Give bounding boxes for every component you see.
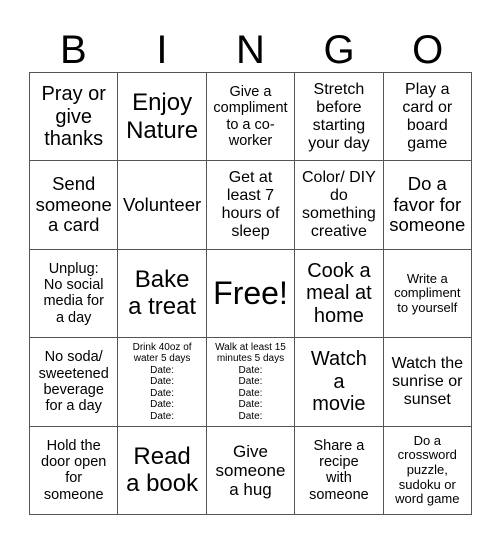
bingo-cell-text: Do a crossword puzzle, sudoku or word ga…	[395, 432, 460, 507]
bingo-cell[interactable]: Give a compliment to a co- worker	[206, 73, 296, 162]
bingo-cell-text: Watch the sunrise or sunset	[391, 355, 464, 408]
bingo-cell-text: Unplug: No social media for a day	[43, 261, 104, 326]
bingo-cell-text: Walk at least 15 minutes 5 days Date: Da…	[215, 341, 286, 422]
bingo-cell[interactable]: Play a card or board game	[383, 73, 472, 162]
bingo-cell[interactable]: Unplug: No social media for a day	[30, 249, 119, 339]
bingo-cell[interactable]: Do a crossword puzzle, sudoku or word ga…	[383, 426, 472, 515]
bingo-cell-text: Do a favor for someone	[389, 173, 466, 236]
bingo-cell[interactable]: Cook a meal at home	[295, 249, 384, 339]
bingo-cell[interactable]: Get at least 7 hours of sleep	[206, 161, 296, 250]
bingo-cell-text: Enjoy Nature	[126, 89, 199, 144]
bingo-cell[interactable]: Send someone a card	[30, 161, 119, 250]
bingo-cell-text: Give a compliment to a co- worker	[213, 84, 288, 149]
bingo-cell-text: Stretch before starting your day	[308, 80, 370, 152]
bingo-cell-text: Volunteer	[123, 193, 202, 215]
bingo-cell[interactable]: Read a book	[118, 426, 207, 515]
bingo-cell[interactable]: Do a favor for someone	[383, 161, 472, 250]
bingo-cell-text: Pray or give thanks	[41, 83, 106, 150]
bingo-cell-text: Drink 40oz of water 5 days Date: Date: D…	[132, 341, 192, 422]
bingo-cell[interactable]: Volunteer	[118, 161, 207, 250]
bingo-cell[interactable]: Pray or give thanks	[30, 73, 119, 162]
header-letter-n: N	[236, 28, 265, 72]
bingo-cell[interactable]: Drink 40oz of water 5 days Date: Date: D…	[118, 338, 207, 427]
bingo-cell-text: Give someone a hug	[215, 441, 286, 499]
bingo-cell-text: Free!	[213, 274, 288, 311]
bingo-cell-text: Hold the door open for someone	[41, 437, 107, 503]
bingo-cell[interactable]: Share a recipe with someone	[295, 426, 384, 515]
bingo-cell[interactable]: Give someone a hug	[206, 426, 296, 515]
bingo-cell-text: No soda/ sweetened beverage for a day	[38, 349, 109, 415]
bingo-cell[interactable]: Watch the sunrise or sunset	[383, 338, 472, 427]
header-letter-i: I	[156, 28, 168, 72]
bingo-cell[interactable]: Free!	[206, 249, 296, 339]
bingo-cell[interactable]: Color/ DIY do something creative	[295, 161, 384, 250]
bingo-cell-text: Send someone a card	[35, 173, 112, 236]
bingo-cell[interactable]: Bake a treat	[118, 249, 207, 339]
header-letter-b: B	[59, 28, 87, 72]
bingo-cell-text: Write a compliment to yourself	[394, 270, 461, 315]
bingo-cell-text: Get at least 7 hours of sleep	[221, 169, 280, 240]
bingo-header: B I N G O	[29, 28, 472, 72]
bingo-cell[interactable]: Walk at least 15 minutes 5 days Date: Da…	[206, 338, 296, 427]
bingo-cell[interactable]: Watch a movie	[295, 338, 384, 427]
bingo-cell[interactable]: No soda/ sweetened beverage for a day	[30, 338, 119, 427]
bingo-grid: Pray or give thanks Enjoy Nature Give a co…	[29, 72, 472, 515]
bingo-cell[interactable]: Hold the door open for someone	[30, 426, 119, 515]
bingo-cell[interactable]: Enjoy Nature	[118, 73, 207, 162]
bingo-cell-text: Read a book	[126, 442, 199, 498]
bingo-cell-text: Color/ DIY do something creative	[301, 169, 376, 240]
bingo-cell-text: Play a card or board game	[402, 80, 453, 152]
bingo-cell[interactable]: Write a compliment to yourself	[383, 249, 472, 339]
bingo-cell-text: Bake a treat	[128, 265, 197, 321]
header-letter-o: O	[412, 28, 444, 72]
bingo-cell-text: Cook a meal at home	[306, 259, 372, 327]
bingo-cell[interactable]: Stretch before starting your day	[295, 73, 384, 162]
bingo-cell-text: Share a recipe with someone	[309, 437, 369, 503]
bingo-cell-text: Watch a movie	[310, 348, 367, 416]
header-letter-g: G	[323, 28, 355, 72]
